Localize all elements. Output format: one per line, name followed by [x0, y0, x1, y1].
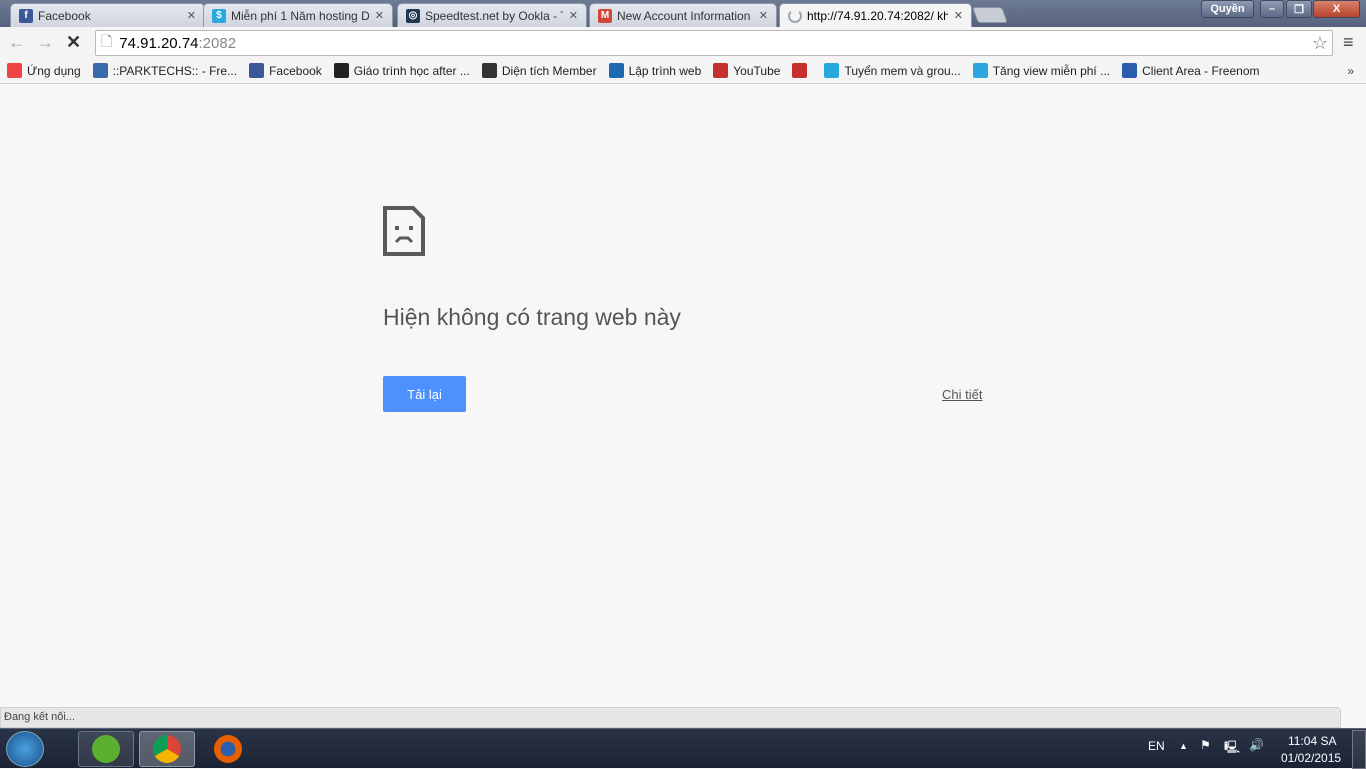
bookmark-label: Ứng dụng	[27, 63, 81, 78]
bookmark-label: Facebook	[269, 63, 322, 78]
taskbar-chrome[interactable]	[139, 731, 195, 767]
bookmark-label: Giáo trình học after ...	[353, 63, 470, 78]
bookmark-label: Diện tích Member	[501, 63, 597, 78]
close-button[interactable]: X	[1313, 0, 1360, 18]
bookmark-label: Tuyển mem và grou...	[844, 63, 961, 78]
tab[interactable]: f Facebook ✕	[10, 3, 205, 27]
network-icon[interactable]: 🖳	[1224, 738, 1240, 759]
sail-icon	[481, 63, 497, 78]
forward-icon[interactable]: →	[36, 32, 54, 53]
back-icon[interactable]: ←	[8, 32, 26, 53]
show-hidden-icons[interactable]: ▲	[1179, 741, 1188, 751]
bookmark-item[interactable]: Ứng dụng	[7, 63, 81, 78]
status-bubble: Đang kết nối...	[0, 707, 1341, 728]
bookmark-label: Tăng view miễn phí ...	[992, 63, 1111, 78]
close-tab-icon[interactable]: ✕	[954, 9, 963, 22]
bookmark-item[interactable]: Diện tích Member	[481, 63, 597, 78]
minimize-button[interactable]: –	[1260, 0, 1284, 18]
bookmark-label: Lập trình web	[628, 63, 702, 78]
close-tab-icon[interactable]: ✕	[187, 9, 196, 22]
close-tab-icon[interactable]: ✕	[375, 9, 384, 22]
close-tab-icon[interactable]: ✕	[759, 9, 768, 22]
page-content: Hiện không có trang web này Tải lại Chi …	[0, 85, 1366, 707]
action-center-icon[interactable]: ⚑	[1200, 738, 1211, 752]
tab-title: New Account Information	[617, 8, 751, 23]
bookmark-item[interactable]: YouTube	[713, 63, 780, 78]
clock-date[interactable]: 01/02/2015	[1281, 751, 1341, 765]
gmail-icon: M	[598, 8, 612, 23]
taskbar-coccoc[interactable]	[78, 731, 134, 767]
restore-button[interactable]: ❐	[1286, 0, 1312, 18]
bookmark-item[interactable]: Client Area - Freenom	[1122, 63, 1260, 78]
page-icon: 🗋	[101, 33, 113, 49]
sad-page-icon	[383, 206, 425, 256]
tab-title: Speedtest.net by Ookla - T	[425, 8, 563, 23]
bookmark-item[interactable]: Tuyển mem và grou...	[824, 63, 961, 78]
clock-time[interactable]: 11:04 SA	[1288, 734, 1336, 748]
facebook-icon: f	[19, 8, 33, 23]
language-indicator[interactable]: EN	[1148, 739, 1165, 753]
url-port: :2082	[198, 34, 237, 52]
error-title: Hiện không có trang web này	[383, 304, 681, 330]
dollar-icon	[824, 63, 840, 78]
bookmark-item[interactable]: ::PARKTECHS:: - Fre...	[92, 63, 238, 78]
globe-icon	[92, 63, 108, 78]
facebook-icon	[249, 63, 265, 78]
more-bookmarks-icon[interactable]: »	[1347, 64, 1354, 78]
bookmark-item[interactable]: Giáo trình học after ...	[333, 63, 470, 78]
stop-icon[interactable]: ✕	[66, 32, 81, 53]
speedtest-icon: ◎	[406, 8, 420, 23]
tab[interactable]: $ Miễn phí 1 Năm hosting D ✕	[203, 3, 393, 27]
profile-button[interactable]: Quyền	[1201, 0, 1254, 18]
loading-icon	[788, 8, 802, 23]
dollar-icon: $	[212, 8, 226, 23]
bookmark-label: YouTube	[733, 63, 781, 78]
details-link[interactable]: Chi tiết	[942, 387, 982, 402]
tab-title: http://74.91.20.74:2082/ kh	[807, 8, 948, 23]
youtube-icon	[713, 63, 729, 78]
reload-button[interactable]: Tải lại	[383, 376, 466, 412]
bookmark-item[interactable]: Lập trình web	[608, 63, 702, 78]
taskbar-firefox[interactable]	[200, 731, 256, 767]
bookmark-item[interactable]: Facebook	[249, 63, 322, 78]
tab[interactable]: http://74.91.20.74:2082/ kh ✕	[779, 3, 972, 27]
bookmark-label: ::PARKTECHS:: - Fre...	[112, 63, 238, 78]
freenom-icon	[1122, 63, 1138, 78]
bookmark-item[interactable]: Tăng view miễn phí ...	[972, 63, 1111, 78]
title-bar: f Facebook ✕ $ Miễn phí 1 Năm hosting D ✕ ◎ Spe…	[0, 0, 1366, 27]
bookmark-item[interactable]	[792, 63, 812, 78]
tab-title: Facebook	[38, 8, 91, 23]
show-desktop-button[interactable]	[1352, 730, 1366, 769]
start-button[interactable]	[6, 731, 44, 767]
tab[interactable]: M New Account Information ✕	[589, 3, 777, 27]
menu-icon[interactable]: ≡	[1343, 32, 1354, 53]
bookmark-label: Client Area - Freenom	[1142, 63, 1260, 78]
volume-icon[interactable]: 🔊	[1249, 738, 1264, 752]
bookmark-icon	[608, 63, 624, 78]
taskbar: EN ▲ ⚑ 🖳 🔊 11:04 SA 01/02/2015	[0, 728, 1366, 769]
tie-icon	[333, 63, 349, 78]
youtube-icon	[792, 63, 808, 78]
new-tab-button[interactable]	[972, 7, 1008, 23]
tab-title: Miễn phí 1 Năm hosting D	[231, 8, 369, 23]
star-icon[interactable]: ☆	[1312, 33, 1328, 54]
address-bar[interactable]: 🗋 74.91.20.74:2082 ☆	[95, 30, 1333, 56]
apps-icon	[7, 63, 22, 78]
close-tab-icon[interactable]: ✕	[569, 9, 578, 22]
tab[interactable]: ◎ Speedtest.net by Ookla - T ✕	[397, 3, 587, 27]
bookmarks-bar: Ứng dụng::PARKTECHS:: - Fre... Facebook Gi…	[0, 58, 1366, 84]
dollar-icon	[972, 63, 988, 78]
url-host: 74.91.20.74	[119, 34, 199, 52]
